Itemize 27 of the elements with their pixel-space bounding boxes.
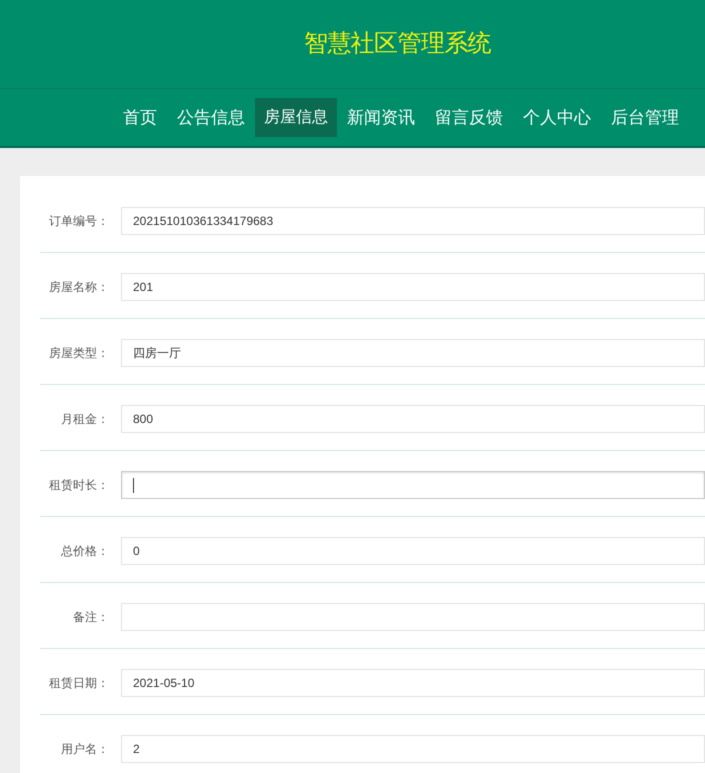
nav-link[interactable]: 新闻资讯 bbox=[337, 98, 425, 137]
text-input[interactable]: 2 bbox=[121, 735, 705, 763]
field-label: 总价格： bbox=[60, 543, 110, 560]
text-input[interactable]: 0 bbox=[121, 537, 705, 565]
field-label: 用户名： bbox=[60, 741, 110, 758]
text-input[interactable]: 202151010361334179683 bbox=[121, 207, 705, 235]
text-caret bbox=[133, 478, 134, 492]
nav-link[interactable]: 后台管理 bbox=[601, 98, 689, 137]
nav-link[interactable]: 留言反馈 bbox=[425, 98, 513, 137]
nav-link[interactable]: 公告信息 bbox=[167, 98, 255, 137]
text-input[interactable] bbox=[121, 471, 705, 499]
field-label: 月租金： bbox=[60, 411, 110, 428]
field-label: 订单编号： bbox=[48, 213, 110, 230]
text-input[interactable]: 201 bbox=[121, 273, 705, 301]
text-input[interactable]: 四房一厅 bbox=[121, 339, 705, 367]
field-label: 房屋名称： bbox=[48, 279, 110, 296]
nav-link[interactable]: 个人中心 bbox=[513, 98, 601, 137]
nav-link[interactable]: 首页 bbox=[113, 98, 167, 137]
field-label: 租赁时长： bbox=[48, 477, 110, 494]
text-input[interactable]: 800 bbox=[121, 405, 705, 433]
nav-link[interactable]: 房屋信息 bbox=[255, 98, 337, 137]
text-input[interactable]: 2021-05-10 bbox=[121, 669, 705, 697]
text-input[interactable] bbox=[121, 603, 705, 631]
site-title: 智慧社区管理系统 bbox=[304, 29, 492, 59]
field-label: 备注： bbox=[72, 609, 110, 626]
field-label: 租赁日期： bbox=[48, 675, 110, 692]
field-label: 房屋类型： bbox=[48, 345, 110, 362]
